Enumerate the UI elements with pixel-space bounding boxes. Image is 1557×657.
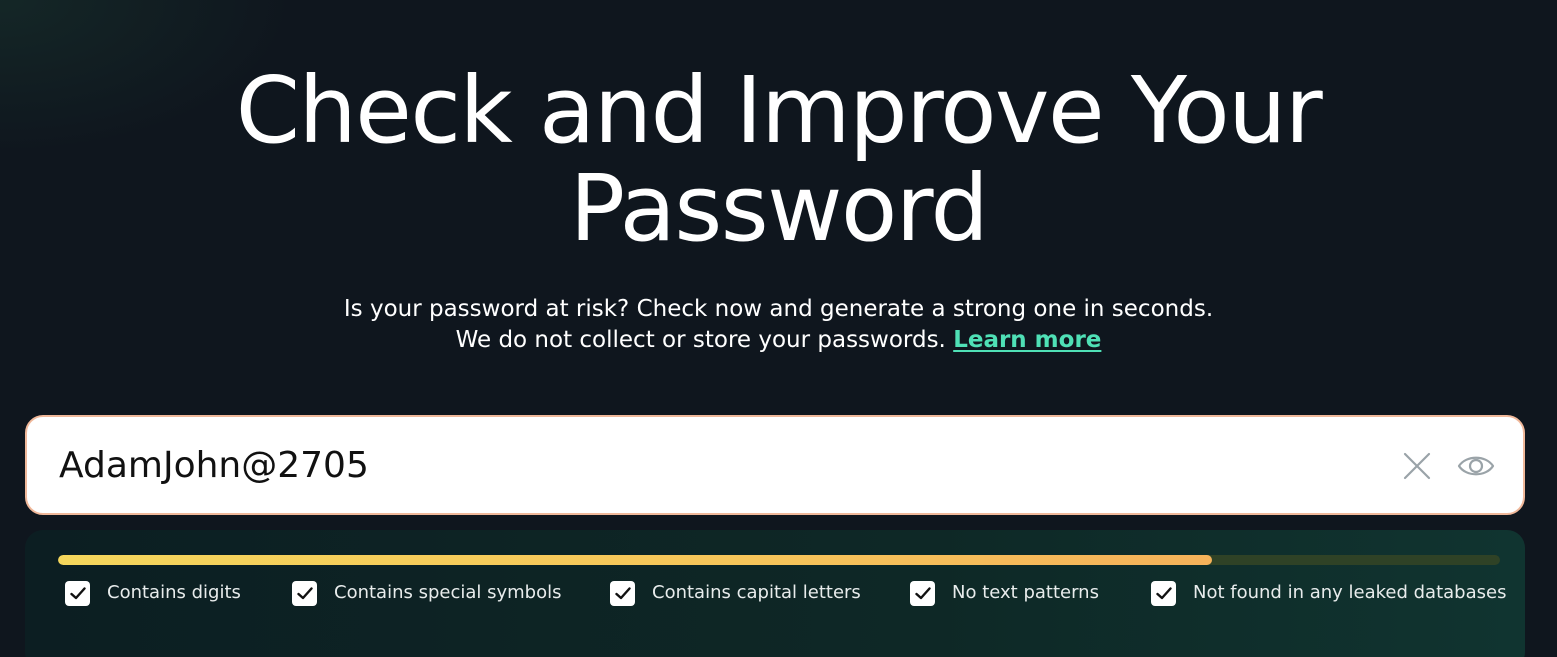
eye-icon[interactable] [1457, 451, 1495, 481]
criteria-item-digits: Contains digits [65, 580, 241, 606]
page-title: Check and Improve Your Password [0, 62, 1557, 258]
criteria-label: Not found in any leaked databases [1193, 582, 1507, 603]
criteria-label: Contains special symbols [334, 582, 562, 603]
checkbox-capital-letters [610, 580, 635, 606]
strength-panel: Contains digits Contains special symbols… [25, 530, 1525, 657]
checkbox-special-symbols [292, 580, 317, 606]
criteria-label: Contains digits [107, 582, 241, 603]
criteria-item-special-symbols: Contains special symbols [292, 580, 562, 606]
checkmark-icon [296, 586, 313, 599]
checkbox-leaked-databases [1151, 580, 1176, 606]
learn-more-link[interactable]: Learn more [953, 327, 1101, 353]
subtitle-line-2: We do not collect or store your password… [0, 325, 1557, 356]
password-checker-page: Check and Improve Your Password Is your … [0, 0, 1557, 657]
page-title-line-1: Check and Improve Your [235, 57, 1323, 164]
criteria-item-leaked-databases: Not found in any leaked databases [1151, 580, 1506, 606]
checkmark-icon [614, 586, 631, 599]
page-title-line-2: Password [569, 155, 989, 262]
checkmark-icon [914, 586, 931, 599]
criteria-label: Contains capital letters [652, 582, 861, 603]
criteria-item-capital-letters: Contains capital letters [610, 580, 861, 606]
privacy-note: We do not collect or store your password… [455, 327, 946, 353]
criteria-label: No text patterns [952, 582, 1099, 603]
criteria-item-text-patterns: No text patterns [910, 580, 1099, 606]
checkmark-icon [1155, 586, 1172, 599]
checkmark-icon [69, 586, 86, 599]
subtitle-line-1: Is your password at risk? Check now and … [343, 296, 1214, 322]
password-field [25, 415, 1525, 515]
checkbox-text-patterns [910, 580, 935, 606]
password-input[interactable] [59, 435, 1359, 495]
close-icon[interactable] [1403, 452, 1431, 480]
strength-meter-fill [58, 555, 1212, 565]
page-subtitle: Is your password at risk? Check now and … [0, 294, 1557, 356]
strength-meter [58, 555, 1500, 565]
checkbox-digits [65, 580, 90, 606]
